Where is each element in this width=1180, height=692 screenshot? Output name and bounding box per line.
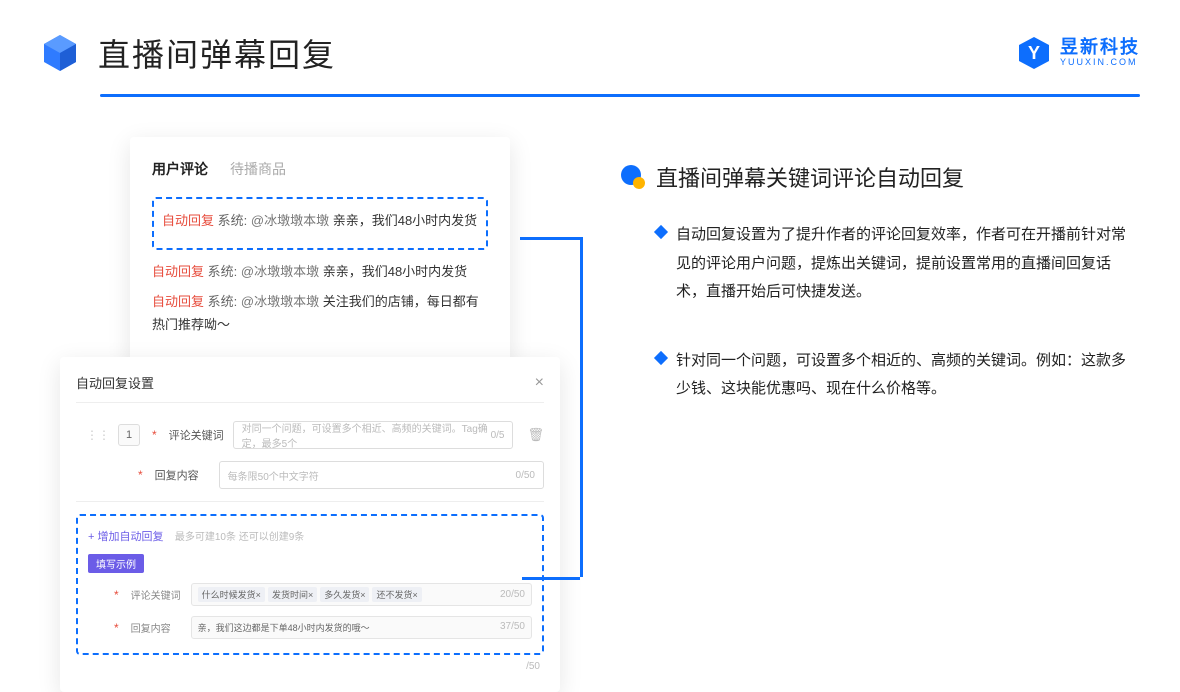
diamond-icon [654,350,668,364]
row-number: 1 [118,424,140,446]
comments-panel: 用户评论 待播商品 自动回复 系统: @冰墩墩本墩 亲亲，我们48小时内发货 自… [130,137,510,367]
add-hint: 最多可建10条 还可以创建9条 [175,532,304,543]
example-keyword-input[interactable]: 什么时候发货× 发货时间× 多久发货× 还不发货× 20/50 [191,583,532,606]
tab-user-comments[interactable]: 用户评论 [152,159,208,179]
delete-icon[interactable]: 🗑 [527,427,544,443]
settings-title: 自动回复设置 [76,373,154,392]
add-auto-reply-link[interactable]: + 增加自动回复 [88,531,163,543]
brand-name-cn: 昱新科技 [1060,38,1140,58]
example-badge: 填写示例 [88,554,144,573]
drag-handle-icon[interactable]: ⋮⋮ [86,428,110,442]
page-title: 直播间弹幕回复 [98,30,336,76]
comment-line: 自动回复 系统: @冰墩墩本墩 关注我们的店铺，每日都有热门推荐呦～ [152,290,488,337]
brand-icon: Y [1016,35,1052,71]
example-content-input[interactable]: 亲，我们这边都是下单48小时内发货的哦～ 37/50 [191,616,532,639]
section-title: 直播间弹幕关键词评论自动回复 [656,161,964,193]
bullet-item: 针对同一个问题，可设置多个相近的、高频的关键词。例如：这款多少钱、这块能优惠吗、… [656,347,1140,404]
close-icon[interactable]: × [535,374,544,392]
highlighted-comment: 自动回复 系统: @冰墩墩本墩 亲亲，我们48小时内发货 [152,197,488,250]
diamond-icon [654,225,668,239]
brand-name-en: YUUXIN.COM [1060,58,1140,68]
auto-reply-settings-panel: 自动回复设置 × ⋮⋮ 1 * 评论关键词 对同一个问题，可设置多个相近、高频的… [60,357,560,692]
keyword-input[interactable]: 对同一个问题，可设置多个相近、高频的关键词。Tag确定，最多5个 0/5 [233,421,514,449]
bullet-item: 自动回复设置为了提升作者的评论回复效率，作者可在开播前针对常见的评论用户问题，提… [656,221,1140,307]
tab-pending-products[interactable]: 待播商品 [230,159,286,179]
example-group: + 增加自动回复 最多可建10条 还可以创建9条 填写示例 * 评论关键词 什么… [76,514,544,655]
auto-reply-flag: 自动回复 [162,213,214,228]
cube-logo-icon [40,33,80,73]
content-label: 回复内容 [155,467,211,483]
bullet-header-icon [620,164,646,190]
content-input[interactable]: 每条限50个中文字符 0/50 [219,461,544,489]
brand: Y 昱新科技 YUUXIN.COM [1016,35,1140,71]
svg-text:Y: Y [1028,43,1040,63]
comment-line: 自动回复 系统: @冰墩墩本墩 亲亲，我们48小时内发货 [152,260,488,283]
keyword-label: 评论关键词 [169,427,225,443]
keyword-row: ⋮⋮ 1 * 评论关键词 对同一个问题，可设置多个相近、高频的关键词。Tag确定… [76,421,544,449]
